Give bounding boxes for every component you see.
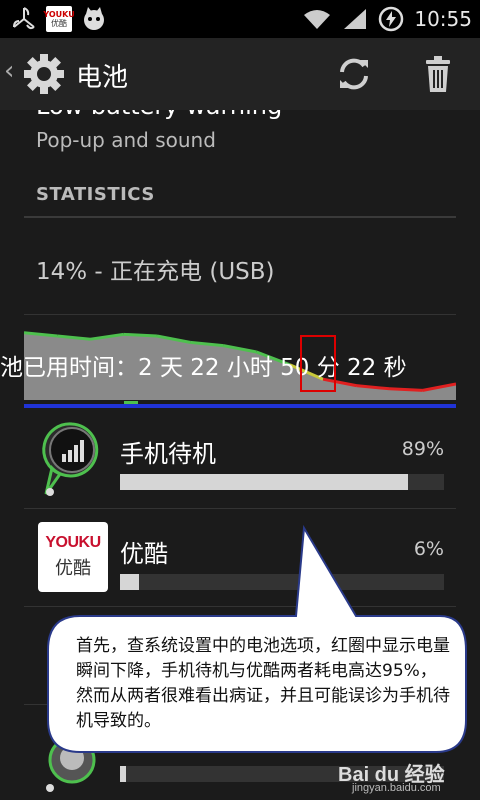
clock: 10:55 — [414, 7, 472, 31]
fan-icon — [13, 7, 35, 30]
settings-gear-icon[interactable] — [22, 52, 66, 96]
statistics-section-header: STATISTICS — [36, 184, 155, 205]
divider — [24, 314, 456, 315]
refresh-icon[interactable] — [334, 54, 374, 94]
charging-status: 14% - 正在充电 (USB) — [36, 259, 275, 285]
red-highlight-box — [300, 335, 336, 392]
battery-app-row-youku[interactable]: YOUKU 优酷 优酷 6% — [0, 510, 480, 606]
app-percent: 6% — [413, 538, 444, 560]
youku-notification-icon: YOUKU 优酷 — [43, 6, 75, 32]
usage-bar-fill — [120, 766, 127, 782]
page-title: 电池 — [76, 63, 129, 93]
usage-bar-fill — [120, 574, 140, 590]
charging-marker — [124, 401, 138, 404]
usage-bar-fill — [120, 474, 409, 490]
divider — [24, 606, 456, 607]
android-cat-icon — [84, 7, 104, 30]
battery-level-segment — [389, 387, 423, 392]
app-icon — [46, 736, 96, 792]
status-bar: YOUKU 优酷 10:55 — [0, 0, 480, 38]
battery-charging-icon — [379, 6, 404, 32]
app-name: 优酷 — [120, 540, 168, 568]
standby-signal-icon — [42, 422, 99, 496]
notification-icons: YOUKU 优酷 — [10, 4, 108, 34]
action-bar: ‹ 电池 — [0, 38, 480, 111]
battery-app-row-standby[interactable]: 手机待机 89% — [0, 410, 480, 506]
delete-icon[interactable] — [422, 54, 454, 94]
callout-text: 首先，查系统设置中的电池选项，红圈中显示电量瞬间下降，手机待机与优酷两者耗电高达… — [76, 636, 450, 731]
app-name: 手机待机 — [120, 440, 216, 468]
system-icons: 10:55 — [302, 0, 472, 38]
signal-icon — [344, 9, 367, 29]
battery-use-time: 池已用时间：2 天 22 小时 50 分 22 秒 — [0, 355, 407, 381]
battery-level-segment — [123, 332, 157, 338]
app-percent: 89% — [401, 438, 444, 460]
screen-on-bar — [24, 404, 456, 408]
low-battery-warning-subtitle: Pop-up and sound — [36, 128, 216, 152]
watermark-url: jingyan.baidu.com — [352, 782, 441, 794]
low-battery-warning-title[interactable]: Low battery warning — [36, 110, 282, 120]
wifi-icon — [304, 10, 331, 29]
back-chevron-icon[interactable]: ‹ — [4, 56, 14, 86]
youku-app-icon: YOUKU 优酷 — [38, 522, 108, 592]
section-divider — [24, 216, 456, 218]
usage-bar — [120, 574, 444, 590]
usage-bar — [120, 474, 444, 490]
divider — [24, 508, 456, 509]
